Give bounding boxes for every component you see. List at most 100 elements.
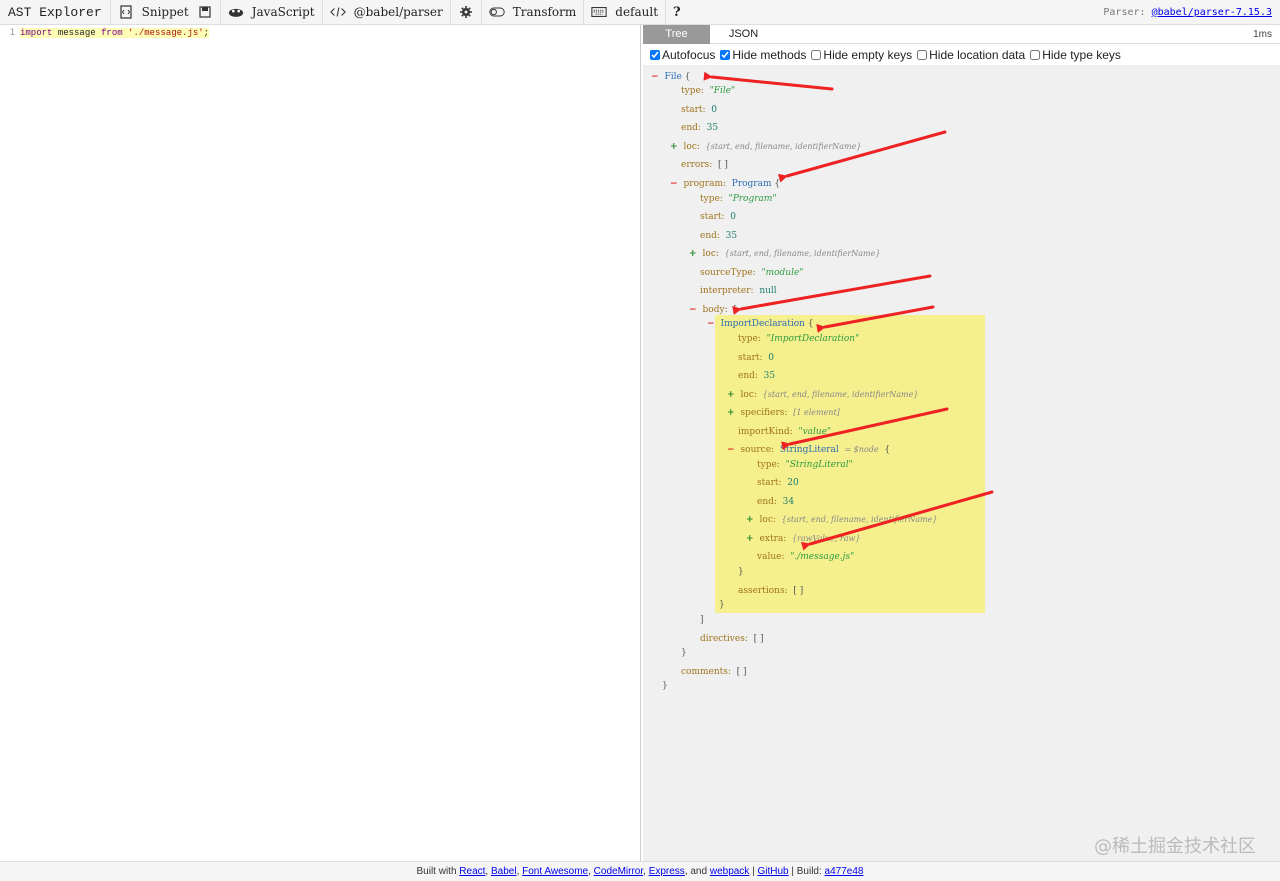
collapse-toggle[interactable]: −	[727, 445, 735, 455]
expand-toggle[interactable]: +	[746, 534, 754, 544]
language-button[interactable]: JavaScript	[221, 0, 323, 24]
tree-prop-start[interactable]: start: 0	[681, 104, 717, 116]
tree-prop-type[interactable]: type: "StringLiteral"	[757, 459, 853, 471]
footer-link-express[interactable]: Express	[649, 866, 685, 877]
prop-value: "./message.js"	[790, 552, 855, 562]
prop-key: value:	[757, 552, 785, 562]
tab-tree[interactable]: Tree	[643, 24, 710, 44]
expand-toggle[interactable]: +	[727, 408, 735, 418]
hide-type-keys-checkbox[interactable]	[1030, 49, 1041, 60]
expand-toggle[interactable]: +	[670, 142, 678, 152]
tree-node-body[interactable]: − body: [	[689, 304, 737, 316]
prop-value: [ ]	[793, 586, 804, 596]
tree-prop-end[interactable]: end: 35	[738, 370, 775, 382]
tree-prop-comments[interactable]: comments: [ ]	[681, 666, 747, 678]
option-hide-location-data[interactable]: Hide location data	[917, 48, 1025, 62]
keymap-button[interactable]: default	[584, 0, 667, 24]
code-editor[interactable]: 1 import message from './message.js';	[0, 25, 641, 861]
prop-key: loc:	[683, 142, 700, 152]
prop-value: "module"	[761, 268, 804, 278]
footer-link-codemirror[interactable]: CodeMirror	[594, 866, 643, 877]
option-hide-empty-keys[interactable]: Hide empty keys	[811, 48, 912, 62]
footer-link-build[interactable]: a477e48	[825, 866, 864, 877]
footer-link-babel[interactable]: Babel	[491, 866, 517, 877]
tree-prop-type[interactable]: type: "ImportDeclaration"	[738, 333, 859, 345]
tree-prop-loc[interactable]: + loc: {start, end, filename, identifierN…	[727, 389, 918, 401]
tree-prop-loc[interactable]: + loc: {start, end, filename, identifierN…	[746, 514, 937, 526]
tree-prop-value[interactable]: value: "./message.js"	[757, 551, 854, 563]
prop-summary: [1 element]	[793, 408, 840, 417]
tree-node-file[interactable]: − File {	[651, 71, 690, 83]
collapse-toggle[interactable]: −	[651, 72, 659, 82]
hide-methods-label: Hide methods	[732, 47, 807, 62]
collapse-toggle[interactable]: −	[670, 179, 678, 189]
gear-icon	[458, 4, 474, 20]
help-button[interactable]: ?	[666, 0, 688, 24]
parser-settings-button[interactable]	[451, 0, 482, 24]
hide-empty-keys-label: Hide empty keys	[823, 47, 913, 62]
expand-toggle[interactable]: +	[727, 390, 735, 400]
footer-link-font-awesome[interactable]: Font Awesome	[522, 866, 588, 877]
prop-key: loc:	[759, 515, 776, 525]
tree-prop-importkind[interactable]: importKind: "value"	[738, 426, 831, 438]
code-text[interactable]: import message from './message.js';	[20, 28, 210, 38]
parser-version-link[interactable]: @babel/parser-7.15.3	[1152, 7, 1272, 18]
expand-toggle[interactable]: +	[689, 249, 697, 259]
transform-label: Transform	[512, 5, 577, 19]
expand-toggle[interactable]: +	[746, 515, 754, 525]
tree-prop-extra[interactable]: + extra: {rawValue, raw}	[746, 533, 860, 545]
snippet-button[interactable]: Snippet	[111, 0, 221, 24]
node-type-name: File	[664, 72, 682, 82]
collapse-toggle[interactable]: −	[689, 305, 697, 315]
brace-open: {	[807, 319, 814, 329]
footer-link-github[interactable]: GitHub	[757, 866, 788, 877]
brace-close: }	[662, 681, 668, 691]
prop-summary: {start, end, filename, identifierName}	[781, 515, 938, 524]
file-code-icon	[118, 4, 134, 20]
tree-prop-assertions[interactable]: assertions: [ ]	[738, 585, 803, 597]
autofocus-checkbox[interactable]	[650, 49, 660, 60]
bracket-close: ]	[700, 615, 704, 625]
tree-prop-specifiers[interactable]: + specifiers: [1 element]	[727, 407, 840, 419]
transform-button[interactable]: Transform	[482, 0, 585, 24]
tree-prop-start[interactable]: start: 20	[757, 477, 799, 489]
hide-methods-checkbox[interactable]	[720, 49, 731, 60]
tree-prop-end[interactable]: end: 35	[681, 122, 718, 134]
tree-prop-errors[interactable]: errors: [ ]	[681, 159, 728, 171]
tree-prop-type[interactable]: type: "File"	[681, 85, 735, 97]
keyboard-icon	[591, 4, 607, 20]
parser-label: @babel/parser	[353, 5, 443, 19]
tree-prop-directives[interactable]: directives: [ ]	[700, 633, 764, 645]
tab-json[interactable]: JSON	[710, 25, 777, 44]
parser-button[interactable]: @babel/parser	[323, 0, 451, 24]
save-icon[interactable]	[197, 4, 213, 20]
collapse-toggle[interactable]: −	[707, 319, 715, 329]
code-line[interactable]: 1 import message from './message.js';	[0, 25, 640, 38]
prop-value: 34	[782, 497, 795, 507]
tree-node-program[interactable]: − program: Program {	[670, 178, 780, 190]
line-number: 1	[9, 28, 15, 38]
footer-link-webpack[interactable]: webpack	[710, 866, 749, 877]
footer-link-react[interactable]: React	[459, 866, 485, 877]
tree-prop-loc[interactable]: + loc: {start, end, filename, identifierN…	[689, 248, 880, 260]
tree-prop-end[interactable]: end: 35	[700, 230, 737, 242]
tree-prop-loc[interactable]: + loc: {start, end, filename, identifierN…	[670, 141, 861, 153]
tree-node-importdeclaration[interactable]: − ImportDeclaration {	[707, 318, 814, 330]
tree-prop-start[interactable]: start: 0	[738, 352, 774, 364]
hide-location-data-checkbox[interactable]	[917, 49, 928, 60]
prop-key: start:	[738, 353, 763, 363]
hide-empty-keys-checkbox[interactable]	[811, 49, 822, 60]
tree-prop-start[interactable]: start: 0	[700, 211, 736, 223]
tree-prop-end[interactable]: end: 34	[757, 496, 794, 508]
prop-key: start:	[681, 105, 706, 115]
tree-node-source[interactable]: − source: StringLiteral = $node {	[727, 444, 890, 456]
tree-prop-interpreter[interactable]: interpreter: null	[700, 285, 777, 297]
brace-open: {	[684, 72, 691, 82]
tree-prop-sourcetype[interactable]: sourceType: "module"	[700, 267, 803, 279]
watermark: @稀土掘金技术社区	[1094, 836, 1256, 857]
option-autofocus[interactable]: Autofocus	[650, 48, 715, 62]
option-hide-methods[interactable]: Hide methods	[720, 48, 806, 62]
option-hide-type-keys[interactable]: Hide type keys	[1030, 48, 1121, 62]
bracket-open: [	[733, 305, 737, 315]
tree-prop-type[interactable]: type: "Program"	[700, 193, 777, 205]
